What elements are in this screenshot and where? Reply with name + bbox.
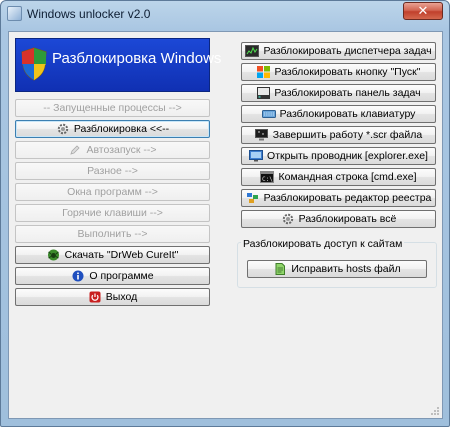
banner-title: Разблокировка Windows [52,50,222,67]
cmd-label: Командная строка [cmd.exe] [278,171,417,183]
unlock-menu-button[interactable]: Разблокировка <<-- [15,120,210,138]
gear-icon [56,123,70,135]
window-title: Windows unlocker v2.0 [27,7,151,21]
download-drweb-button-label: Скачать "DrWeb CureIt" [64,249,179,261]
app-window-icon [7,6,22,21]
banner: Разблокировка Windows [15,38,221,92]
unlock-keyboard-label: Разблокировать клавиатуру [279,108,416,120]
unlock-menu-button-label: Разблокировка <<-- [73,123,170,135]
unlock-regedit-button[interactable]: Разблокировать редактор реестра [241,189,436,207]
run-button[interactable]: Выполнить --> [15,225,210,243]
hotkeys-button-label: Горячие клавиши --> [62,207,163,219]
power-icon [88,291,102,303]
title-bar[interactable]: Windows unlocker v2.0 ✕ [1,1,449,27]
open-explorer-button[interactable]: Открыть проводник [explorer.exe] [241,147,436,165]
unlock-all-button[interactable]: Разблокировать всё [241,210,436,228]
autorun-button[interactable]: Автозапуск --> [15,141,210,159]
run-button-label: Выполнить --> [77,228,148,240]
misc-button[interactable]: Разное --> [15,162,210,180]
about-button[interactable]: О программе [15,267,210,285]
exit-button-label: Выход [105,291,138,303]
app-window: Windows unlocker v2.0 ✕ Разблокировка Wi… [0,0,450,427]
hosts-file-icon [273,263,287,275]
program-windows-button-label: Окна программ --> [67,186,158,198]
screensaver-icon [255,129,269,141]
unlock-task-manager-button[interactable]: Разблокировать диспетчера задач [241,42,436,60]
autorun-button-label: Автозапуск --> [86,144,157,156]
cmd-button[interactable]: C:\ Командная строка [cmd.exe] [241,168,436,186]
drweb-spider-icon [47,249,61,261]
resize-grip-icon[interactable] [430,406,440,416]
cmd-icon: C:\ [260,171,275,183]
security-shield-icon [21,47,47,81]
unlock-all-label: Разблокировать всё [298,213,397,225]
program-windows-button[interactable]: Окна программ --> [15,183,210,201]
unlock-regedit-label: Разблокировать редактор реестра [263,192,432,204]
info-icon [71,270,85,282]
about-button-label: О программе [89,270,154,282]
main-panel: Разблокировка Windows -- Запущенные проц… [8,31,443,419]
misc-button-label: Разное --> [87,165,138,177]
explorer-icon [249,150,264,162]
open-explorer-label: Открыть проводник [explorer.exe] [267,150,428,162]
task-manager-icon [245,45,260,57]
unlock-keyboard-button[interactable]: Разблокировать клавиатуру [241,105,436,123]
unlock-start-button[interactable]: Разблокировать кнопку "Пуск" [241,63,436,81]
unlock-taskbar-label: Разблокировать панель задач [274,87,421,99]
download-drweb-button[interactable]: Скачать "DrWeb CureIt" [15,246,210,264]
kill-scr-label: Завершить работу *.scr файла [272,129,423,141]
sites-groupbox-title: Разблокировать доступ к сайтам [241,238,405,250]
unlock-start-button-label: Разблокировать кнопку "Пуск" [274,66,421,78]
windows-flag-icon [257,66,271,78]
keyboard-icon [261,108,276,120]
fix-hosts-label: Исправить hosts файл [291,263,401,275]
registry-icon [246,192,260,204]
fix-hosts-button[interactable]: Исправить hosts файл [247,260,427,278]
exit-button[interactable]: Выход [15,288,210,306]
taskbar-icon [256,87,270,99]
processes-button[interactable]: -- Запущенные процессы --> [15,99,210,117]
kill-scr-button[interactable]: Завершить работу *.scr файла [241,126,436,144]
processes-button-label: -- Запущенные процессы --> [43,102,182,114]
svg-text:C:\: C:\ [262,176,273,183]
close-button[interactable]: ✕ [403,2,443,20]
gear-icon [281,213,295,225]
unlock-taskbar-button[interactable]: Разблокировать панель задач [241,84,436,102]
hotkeys-button[interactable]: Горячие клавиши --> [15,204,210,222]
unlock-task-manager-label: Разблокировать диспетчера задач [263,45,432,57]
pencil-icon [68,144,82,156]
